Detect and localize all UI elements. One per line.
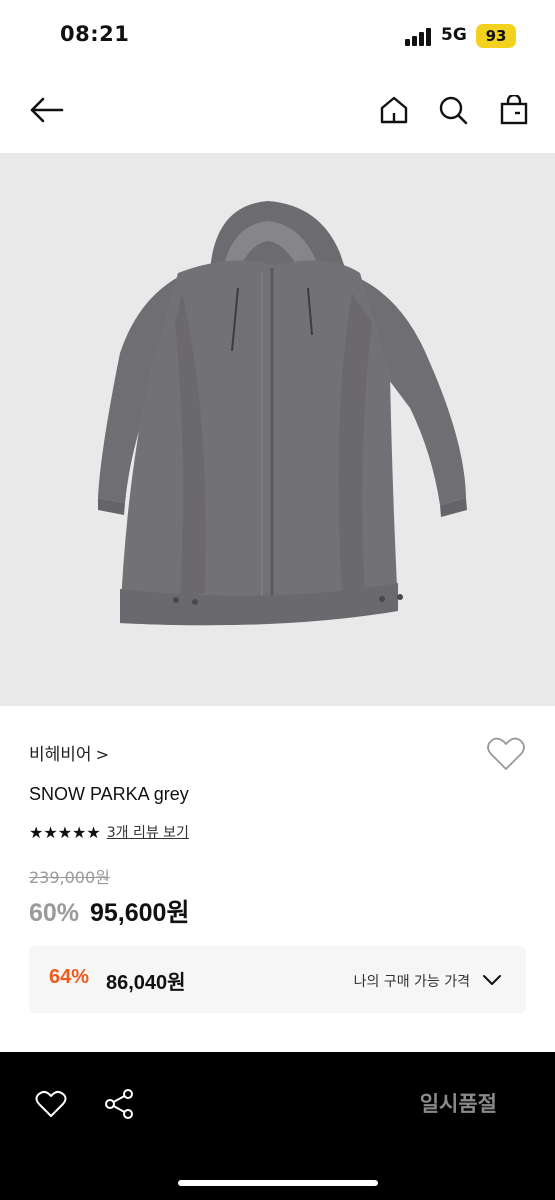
cart-button[interactable] [494, 90, 534, 130]
home-button[interactable] [374, 90, 414, 130]
my-price-amount: 86,040원 [106, 972, 186, 994]
chevron-down-icon [483, 975, 501, 985]
chevron-right-icon: > [95, 745, 109, 764]
rating-row: ★★★★★ 3개 리뷰 보기 [29, 822, 189, 842]
share-button[interactable] [97, 1082, 141, 1126]
star-rating: ★★★★★ [29, 822, 101, 842]
sale-price: 95,600원 [90, 899, 190, 927]
my-discount-rate: 64% [49, 966, 90, 988]
product-image[interactable] [0, 153, 555, 706]
soldout-button[interactable]: 일시품절 [420, 1088, 497, 1118]
nav-bar [0, 76, 555, 146]
shopping-bag-icon [500, 95, 528, 125]
discount-rate: 60% [29, 899, 80, 927]
search-button[interactable] [433, 90, 473, 130]
battery-icon: 93 [476, 24, 516, 48]
status-bar: 08:21 5G 93 [0, 0, 555, 70]
my-price-label: 나의 구매 가능 가격 [353, 974, 470, 990]
original-price: 239,000원 [29, 868, 110, 887]
home-indicator [178, 1180, 378, 1186]
status-time: 08:21 [60, 22, 130, 46]
bottom-action-bar: 일시품절 [0, 1052, 555, 1200]
review-link[interactable]: 3개 리뷰 보기 [107, 822, 189, 842]
heart-icon [35, 1090, 67, 1117]
network-label: 5G [441, 25, 467, 45]
bottom-wishlist-button[interactable] [29, 1082, 73, 1126]
my-price-dropdown[interactable]: 64% 86,040원 나의 구매 가능 가격 [29, 946, 526, 1013]
wishlist-button[interactable] [486, 736, 526, 772]
search-icon [439, 96, 468, 125]
product-name: SNOW PARKA grey [29, 784, 189, 804]
brand-name: 비헤비어 [29, 745, 92, 765]
share-icon [105, 1089, 133, 1119]
arrow-left-icon [30, 97, 64, 123]
parka-image [98, 201, 467, 626]
sale-price-row: 60% 95,600원 [29, 893, 189, 929]
signal-icon [405, 28, 433, 46]
back-button[interactable] [26, 90, 66, 130]
brand-link[interactable]: 비헤비어 > [29, 740, 109, 765]
home-icon [380, 96, 408, 124]
heart-outline-icon [487, 737, 525, 770]
